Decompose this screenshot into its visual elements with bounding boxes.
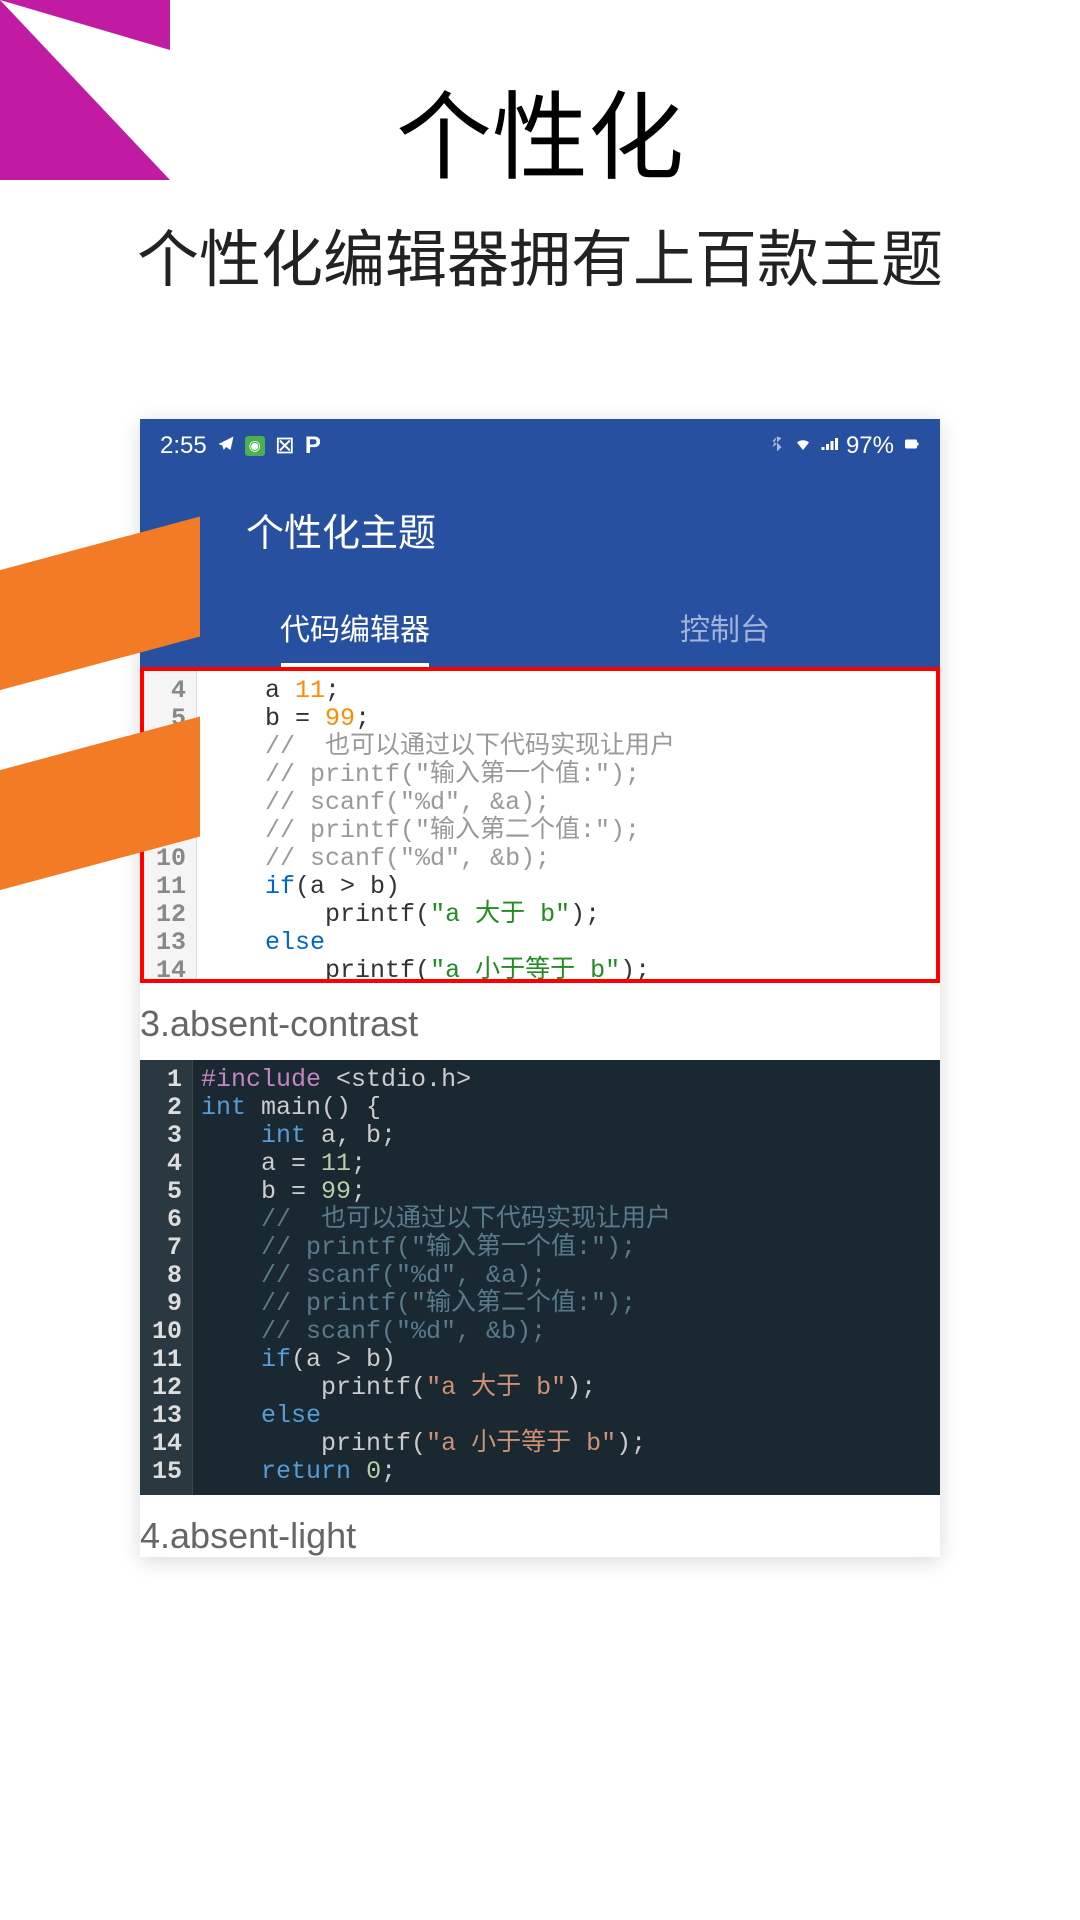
decorative-triangle (0, 0, 170, 180)
tab-editor[interactable]: 代码编辑器 (170, 587, 540, 667)
x-icon: ⊠ (275, 431, 295, 460)
battery-pct: 97% (846, 432, 894, 460)
app-icon: ◉ (245, 436, 265, 456)
theme-label-light: 4.absent-light (140, 1515, 940, 1557)
signal-icon (820, 432, 838, 460)
theme-preview-light[interactable]: 456789101112131415 a 11; b = 99; // 也可以通… (140, 667, 940, 983)
telegram-icon (217, 432, 235, 460)
status-time: 2:55 (160, 432, 207, 460)
p-icon: P (305, 432, 321, 460)
app-bar-title: 个性化主题 (246, 502, 436, 557)
line-gutter: 123456789101112131415 (140, 1060, 193, 1495)
battery-icon (902, 432, 920, 460)
wifi-icon (794, 432, 812, 460)
phone-screenshot: 2:55 ◉ ⊠ P 97% (140, 419, 940, 1557)
status-bar: 2:55 ◉ ⊠ P 97% (140, 419, 940, 472)
theme-preview-dark[interactable]: 123456789101112131415 #include <stdio.h>… (140, 1060, 940, 1495)
bluetooth-icon (768, 432, 786, 460)
code-body: a 11; b = 99; // 也可以通过以下代码实现让用户 // print… (197, 671, 675, 979)
tab-console[interactable]: 控制台 (540, 587, 910, 667)
theme-label-contrast: 3.absent-contrast (140, 1003, 940, 1045)
app-bar: ← 个性化主题 代码编辑器 控制台 (140, 472, 940, 667)
code-body: #include <stdio.h>int main() { int a, b;… (193, 1060, 671, 1495)
page-subtitle: 个性化编辑器拥有上百款主题 (0, 209, 1080, 299)
tab-bar: 代码编辑器 控制台 (170, 587, 910, 667)
